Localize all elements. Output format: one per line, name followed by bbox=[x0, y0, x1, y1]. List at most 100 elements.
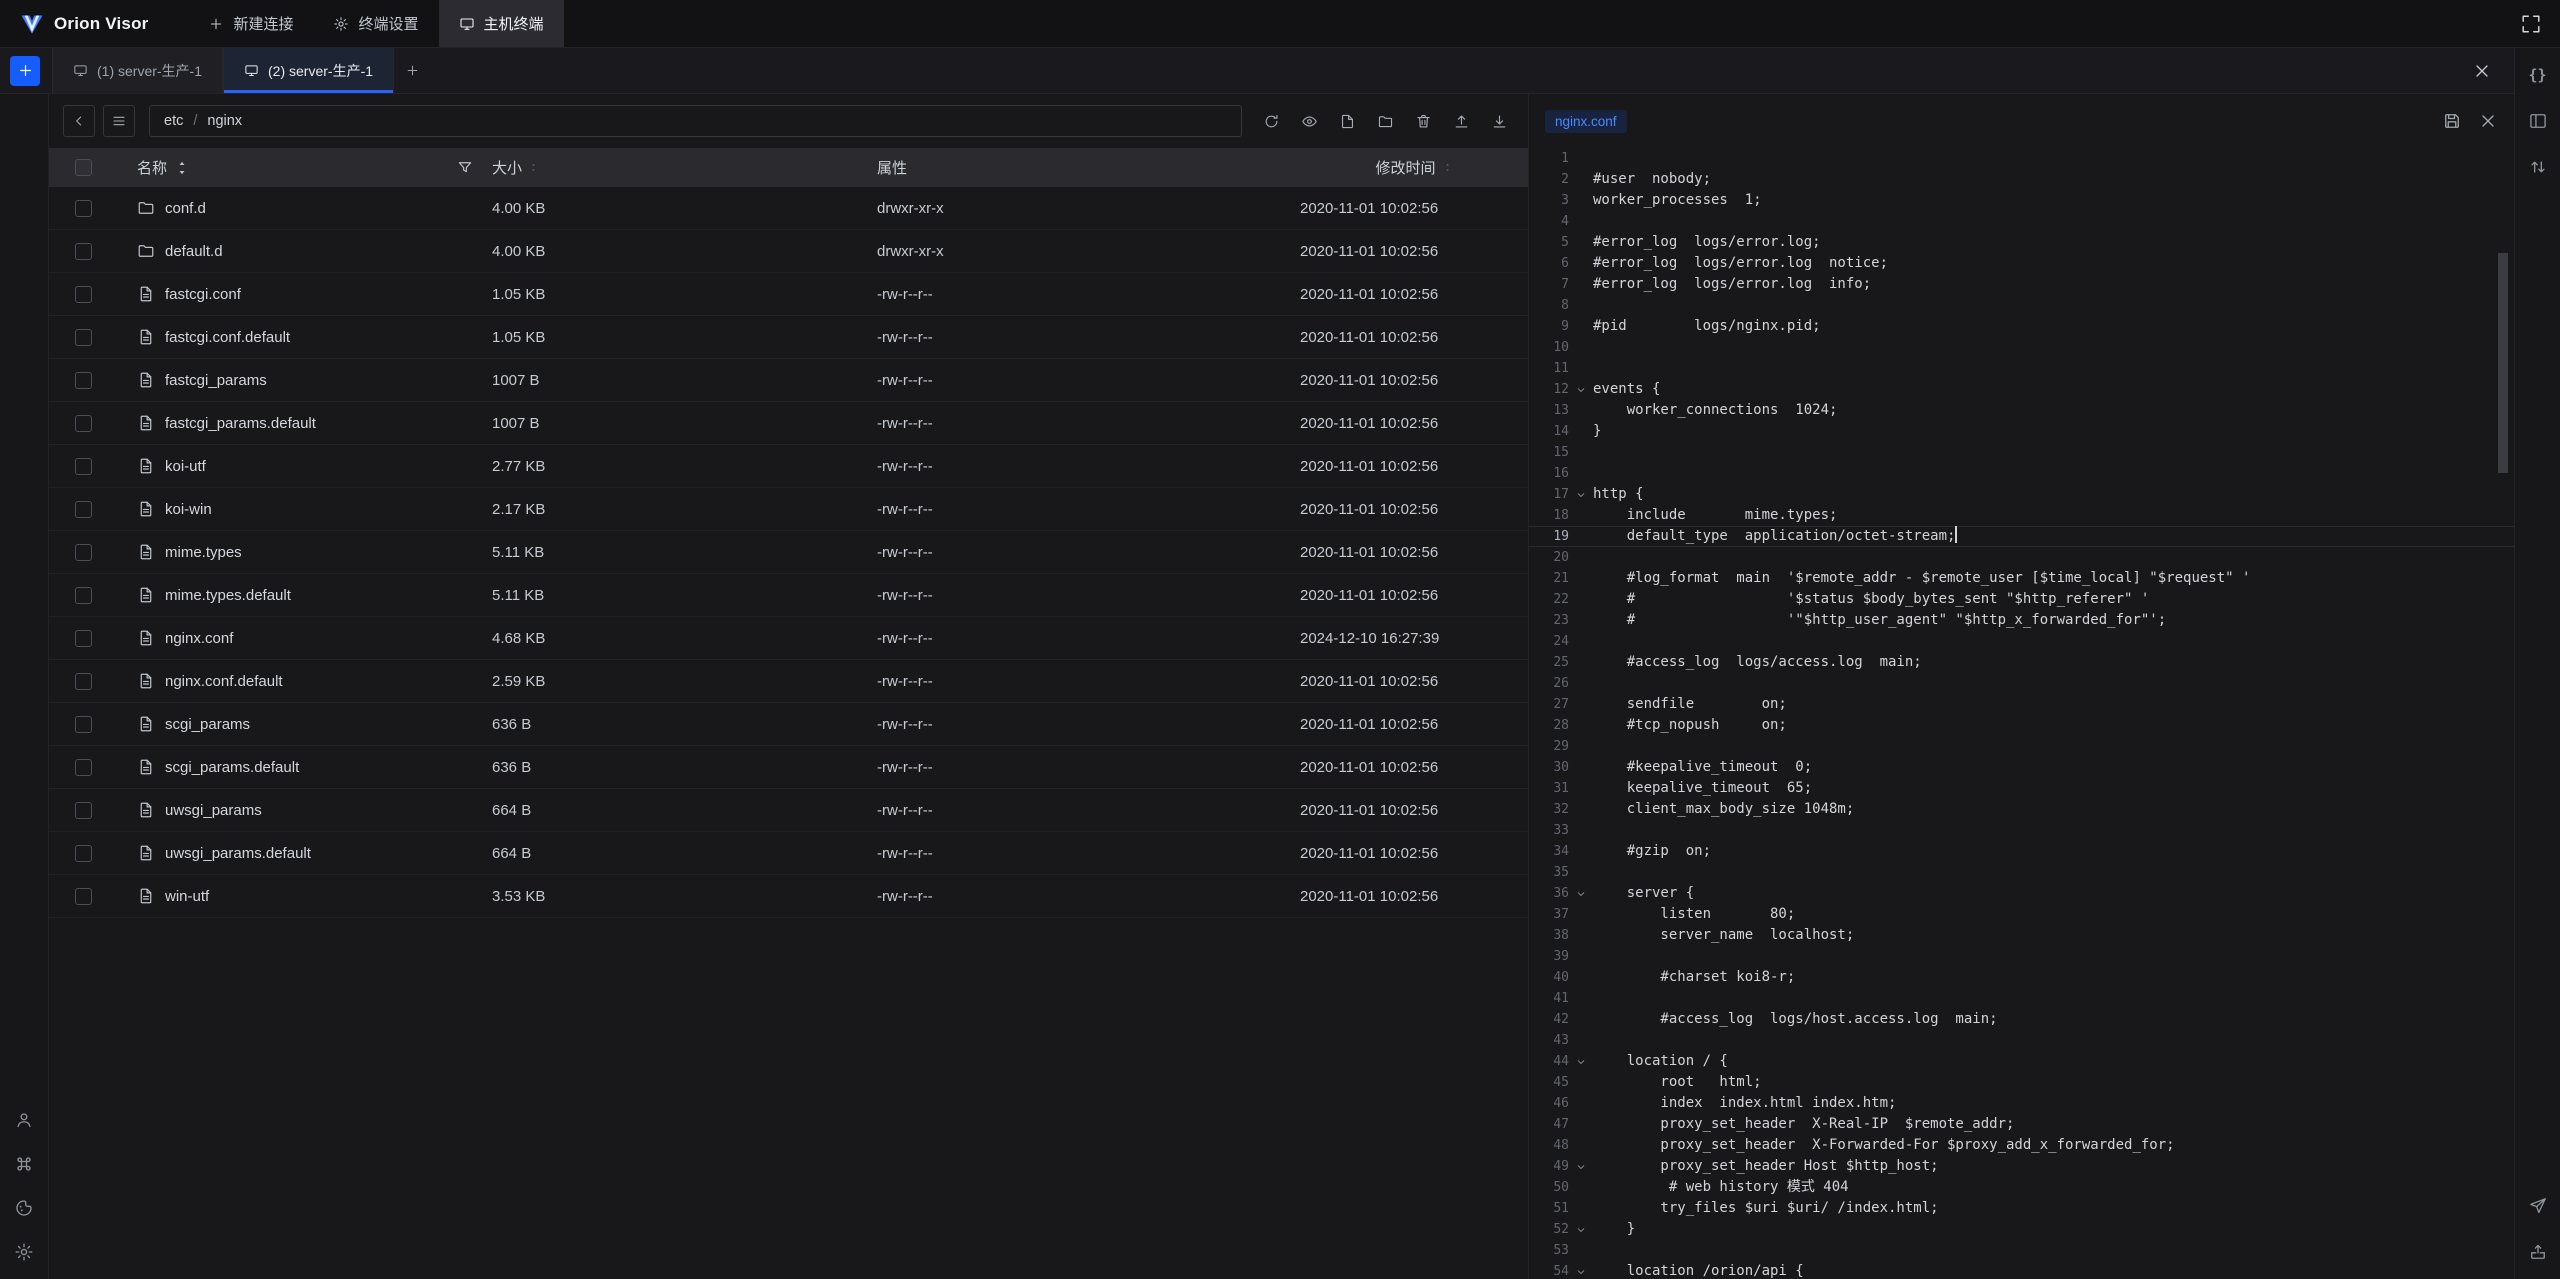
code-line[interactable]: 14} bbox=[1529, 421, 2514, 442]
list-button[interactable] bbox=[103, 105, 135, 137]
fold-chevron-icon[interactable] bbox=[1569, 1219, 1593, 1240]
layout-button[interactable] bbox=[2523, 106, 2553, 136]
code-line[interactable]: 40 #charset koi8-r; bbox=[1529, 967, 2514, 988]
code-line[interactable]: 51 try_files $uri $uri/ /index.html; bbox=[1529, 1198, 2514, 1219]
file-row[interactable]: mime.types5.11 KB-rw-r--r--2020-11-01 10… bbox=[49, 531, 1528, 574]
code-line[interactable]: 52 } bbox=[1529, 1219, 2514, 1240]
row-checkbox[interactable] bbox=[75, 802, 92, 819]
close-icon[interactable] bbox=[2472, 61, 2492, 81]
code-line[interactable]: 39 bbox=[1529, 946, 2514, 967]
code-line[interactable]: 49 proxy_set_header Host $http_host; bbox=[1529, 1156, 2514, 1177]
breadcrumb-segment[interactable]: nginx bbox=[207, 113, 242, 129]
terminal-tab-2[interactable]: (2) server-生产-1 bbox=[223, 48, 394, 93]
code-line[interactable]: 35 bbox=[1529, 862, 2514, 883]
row-checkbox[interactable] bbox=[75, 329, 92, 346]
file-row[interactable]: fastcgi.conf.default1.05 KB-rw-r--r--202… bbox=[49, 316, 1528, 359]
fullscreen-icon[interactable] bbox=[2520, 13, 2542, 35]
code-line[interactable]: 8 bbox=[1529, 295, 2514, 316]
code-line[interactable]: 16 bbox=[1529, 463, 2514, 484]
code-line[interactable]: 18 include mime.types; bbox=[1529, 505, 2514, 526]
close-button[interactable] bbox=[2478, 111, 2498, 131]
code-line[interactable]: 20 bbox=[1529, 547, 2514, 568]
file-row[interactable]: win-utf3.53 KB-rw-r--r--2020-11-01 10:02… bbox=[49, 875, 1528, 918]
code-line[interactable]: 42 #access_log logs/host.access.log main… bbox=[1529, 1009, 2514, 1030]
row-checkbox[interactable] bbox=[75, 716, 92, 733]
upload-button[interactable] bbox=[1446, 106, 1476, 136]
row-checkbox[interactable] bbox=[75, 501, 92, 518]
code-line[interactable]: 30 #keepalive_timeout 0; bbox=[1529, 757, 2514, 778]
editor-scrollbar-thumb[interactable] bbox=[2498, 253, 2508, 473]
column-header-mtime[interactable]: 修改时间 bbox=[1300, 157, 1528, 178]
file-row[interactable]: nginx.conf4.68 KB-rw-r--r--2024-12-10 16… bbox=[49, 617, 1528, 660]
file-row[interactable]: conf.d4.00 KBdrwxr-xr-x2020-11-01 10:02:… bbox=[49, 187, 1528, 230]
sort-caret-icon[interactable] bbox=[173, 159, 191, 177]
code-line[interactable]: 11 bbox=[1529, 358, 2514, 379]
file-row[interactable]: uwsgi_params664 B-rw-r--r--2020-11-01 10… bbox=[49, 789, 1528, 832]
row-checkbox[interactable] bbox=[75, 888, 92, 905]
theme-button[interactable] bbox=[9, 1193, 39, 1223]
code-line[interactable]: 36 server { bbox=[1529, 883, 2514, 904]
code-line[interactable]: 27 sendfile on; bbox=[1529, 694, 2514, 715]
user-button[interactable] bbox=[9, 1105, 39, 1135]
code-line[interactable]: 6#error_log logs/error.log notice; bbox=[1529, 253, 2514, 274]
code-line[interactable]: 17http { bbox=[1529, 484, 2514, 505]
file-row[interactable]: fastcgi_params.default1007 B-rw-r--r--20… bbox=[49, 402, 1528, 445]
preview-button[interactable] bbox=[1294, 106, 1324, 136]
file-row[interactable]: fastcgi.conf1.05 KB-rw-r--r--2020-11-01 … bbox=[49, 273, 1528, 316]
code-line[interactable]: 5#error_log logs/error.log; bbox=[1529, 232, 2514, 253]
sort-caret-icon[interactable] bbox=[528, 162, 539, 173]
select-all-checkbox[interactable] bbox=[75, 159, 92, 176]
code-line[interactable]: 32 client_max_body_size 1048m; bbox=[1529, 799, 2514, 820]
code-line[interactable]: 45 root html; bbox=[1529, 1072, 2514, 1093]
file-row[interactable]: default.d4.00 KBdrwxr-xr-x2020-11-01 10:… bbox=[49, 230, 1528, 273]
braces-button[interactable]: {} bbox=[2523, 60, 2553, 90]
code-line[interactable]: 22 # '$status $body_bytes_sent "$http_re… bbox=[1529, 589, 2514, 610]
row-checkbox[interactable] bbox=[75, 759, 92, 776]
code-line[interactable]: 31 keepalive_timeout 65; bbox=[1529, 778, 2514, 799]
row-checkbox[interactable] bbox=[75, 286, 92, 303]
code-line[interactable]: 7#error_log logs/error.log info; bbox=[1529, 274, 2514, 295]
row-checkbox[interactable] bbox=[75, 587, 92, 604]
fold-chevron-icon[interactable] bbox=[1569, 883, 1593, 904]
row-checkbox[interactable] bbox=[75, 673, 92, 690]
code-line[interactable]: 28 #tcp_nopush on; bbox=[1529, 715, 2514, 736]
code-line[interactable]: 48 proxy_set_header X-Forwarded-For $pro… bbox=[1529, 1135, 2514, 1156]
new-file-button[interactable] bbox=[1332, 106, 1362, 136]
file-row[interactable]: mime.types.default5.11 KB-rw-r--r--2020-… bbox=[49, 574, 1528, 617]
row-checkbox[interactable] bbox=[75, 845, 92, 862]
file-row[interactable]: koi-utf2.77 KB-rw-r--r--2020-11-01 10:02… bbox=[49, 445, 1528, 488]
add-tab-button[interactable] bbox=[394, 48, 430, 93]
code-line[interactable]: 10 bbox=[1529, 337, 2514, 358]
nav-item-host-terminal[interactable]: 主机终端 bbox=[439, 0, 564, 47]
row-checkbox[interactable] bbox=[75, 243, 92, 260]
nav-item-new-connection[interactable]: 新建连接 bbox=[188, 0, 313, 47]
nav-item-terminal-settings[interactable]: 终端设置 bbox=[313, 0, 438, 47]
file-row[interactable]: koi-win2.17 KB-rw-r--r--2020-11-01 10:02… bbox=[49, 488, 1528, 531]
code-line[interactable]: 50 # web history 模式 404 bbox=[1529, 1177, 2514, 1198]
sort-button[interactable] bbox=[2523, 152, 2553, 182]
row-checkbox[interactable] bbox=[75, 200, 92, 217]
code-line[interactable]: 33 bbox=[1529, 820, 2514, 841]
back-button[interactable] bbox=[63, 105, 95, 137]
code-line[interactable]: 43 bbox=[1529, 1030, 2514, 1051]
download-button[interactable] bbox=[1484, 106, 1514, 136]
save-button[interactable] bbox=[2442, 111, 2462, 131]
code-line[interactable]: 4 bbox=[1529, 211, 2514, 232]
file-row[interactable]: uwsgi_params.default664 B-rw-r--r--2020-… bbox=[49, 832, 1528, 875]
terminal-tab-1[interactable]: (1) server-生产-1 bbox=[52, 48, 223, 93]
fold-chevron-icon[interactable] bbox=[1569, 379, 1593, 400]
command-button[interactable] bbox=[9, 1149, 39, 1179]
file-row[interactable]: scgi_params636 B-rw-r--r--2020-11-01 10:… bbox=[49, 703, 1528, 746]
filter-icon[interactable] bbox=[456, 159, 474, 177]
code-line[interactable]: 23 # '"$http_user_agent" "$http_x_forwar… bbox=[1529, 610, 2514, 631]
code-line[interactable]: 2#user nobody; bbox=[1529, 169, 2514, 190]
sort-caret-icon[interactable] bbox=[1442, 162, 1453, 173]
code-line[interactable]: 1 bbox=[1529, 148, 2514, 169]
code-line[interactable]: 41 bbox=[1529, 988, 2514, 1009]
code-line[interactable]: 19 default_type application/octet-stream… bbox=[1529, 526, 2514, 547]
column-header-size[interactable]: 大小 bbox=[490, 157, 875, 178]
file-row[interactable]: scgi_params.default636 B-rw-r--r--2020-1… bbox=[49, 746, 1528, 789]
new-connection-button[interactable] bbox=[10, 56, 40, 86]
code-line[interactable]: 34 #gzip on; bbox=[1529, 841, 2514, 862]
settings-button[interactable] bbox=[9, 1237, 39, 1267]
